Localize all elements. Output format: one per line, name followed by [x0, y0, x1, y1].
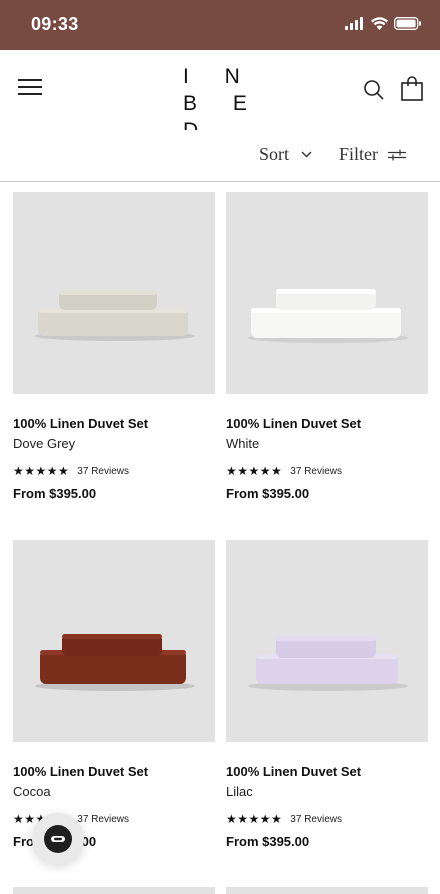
sort-button[interactable]: Sort	[259, 144, 312, 165]
review-count[interactable]: 37 Reviews	[77, 466, 129, 477]
product-color: Lilac	[226, 784, 253, 799]
product-image-partial[interactable]	[226, 887, 428, 894]
sort-label: Sort	[259, 144, 290, 164]
star-rating-icon: ★★★★★	[226, 464, 283, 478]
status-icons	[345, 17, 422, 30]
product-image[interactable]	[226, 192, 428, 394]
review-count[interactable]: 37 Reviews	[290, 466, 342, 477]
product-card[interactable]: 100% Linen Duvet Set White ★★★★★ 37 Revi…	[226, 192, 428, 501]
product-title[interactable]: 100% Linen Duvet Set	[13, 416, 215, 431]
logo-line-1: I N	[183, 65, 255, 88]
product-color: Cocoa	[13, 784, 51, 799]
product-title[interactable]: 100% Linen Duvet Set	[13, 764, 215, 779]
star-rating-icon: ★★★★★	[13, 464, 70, 478]
review-count[interactable]: 37 Reviews	[290, 814, 342, 825]
status-bar: 09:33	[0, 0, 440, 50]
product-card[interactable]: 100% Linen Duvet Set Dove Grey ★★★★★ 37 …	[13, 192, 215, 501]
filter-button[interactable]: Filter	[339, 144, 406, 165]
product-rating: ★★★★★ 37 Reviews	[226, 812, 428, 826]
signal-icon	[345, 17, 363, 30]
product-card[interactable]: 100% Linen Duvet Set Lilac ★★★★★ 37 Revi…	[226, 540, 428, 849]
wifi-icon	[371, 17, 388, 30]
chat-button[interactable]	[32, 813, 84, 865]
header: I N B E D	[0, 50, 440, 142]
product-title[interactable]: 100% Linen Duvet Set	[226, 416, 428, 431]
product-image[interactable]	[226, 540, 428, 742]
product-price: From $395.00	[226, 834, 310, 849]
filter-sliders-icon	[388, 149, 406, 160]
filter-label: Filter	[339, 144, 378, 164]
star-rating-icon: ★★★★★	[226, 812, 283, 826]
product-image-partial[interactable]	[13, 887, 215, 894]
sort-filter-toolbar: Sort Filter	[0, 130, 440, 182]
product-card[interactable]: 100% Linen Duvet Set Cocoa ★★★★★ 37 Revi…	[13, 540, 215, 849]
chat-bubble-icon	[44, 825, 72, 853]
product-rating: ★★★★★ 37 Reviews	[13, 464, 215, 478]
product-color: White	[226, 436, 260, 451]
review-count[interactable]: 37 Reviews	[77, 814, 129, 825]
status-time: 09:33	[31, 14, 79, 34]
hamburger-menu-icon[interactable]	[18, 79, 42, 99]
product-image[interactable]	[13, 192, 215, 394]
product-title[interactable]: 100% Linen Duvet Set	[226, 764, 428, 779]
chevron-down-icon	[301, 151, 312, 158]
battery-icon	[394, 17, 421, 30]
shopping-bag-icon[interactable]	[400, 76, 424, 102]
product-price: From $395.00	[226, 486, 310, 501]
product-color: Dove Grey	[13, 436, 76, 451]
search-icon[interactable]	[362, 78, 386, 102]
product-image[interactable]	[13, 540, 215, 742]
product-rating: ★★★★★ 37 Reviews	[226, 464, 428, 478]
product-price: From $395.00	[13, 486, 97, 501]
